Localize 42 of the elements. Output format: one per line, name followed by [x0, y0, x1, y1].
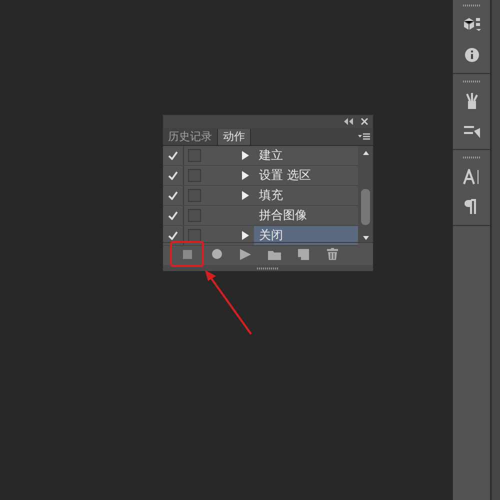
check-icon[interactable] [168, 211, 178, 220]
info-icon[interactable] [462, 47, 480, 63]
scroll-thumb[interactable] [361, 188, 370, 224]
scrollbar[interactable] [358, 146, 373, 242]
trash-icon [327, 248, 338, 260]
play-icon [240, 248, 251, 260]
action-item[interactable]: 关闭 [254, 226, 358, 245]
group-grip-icon[interactable] [462, 80, 480, 83]
group-grip-icon[interactable] [462, 4, 480, 7]
dialog-toggle[interactable] [188, 149, 201, 162]
new-action-icon [298, 248, 309, 260]
check-icon[interactable] [168, 231, 178, 240]
check-icon[interactable] [168, 151, 178, 160]
dialog-toggle[interactable] [188, 189, 201, 202]
record-icon [212, 249, 222, 259]
collapse-icon[interactable] [344, 118, 353, 125]
folder-icon [268, 248, 281, 260]
stop-icon [183, 250, 192, 258]
dialog-toggle[interactable] [188, 229, 201, 242]
action-item[interactable]: 设置 选区 [254, 166, 358, 185]
action-item[interactable]: 填充 [254, 186, 358, 205]
menu-icon[interactable] [358, 133, 370, 141]
resize-grip-icon[interactable] [257, 266, 279, 270]
expand-triangle-icon[interactable] [242, 171, 249, 180]
group-grip-icon[interactable] [462, 156, 480, 159]
scroll-up-icon[interactable] [362, 151, 368, 155]
close-icon[interactable] [361, 118, 368, 125]
panel-tab[interactable]: 动作 [218, 129, 251, 145]
dialog-toggle[interactable] [188, 209, 201, 222]
character-icon[interactable] [462, 169, 480, 185]
cube-icon[interactable] [462, 17, 480, 33]
check-icon[interactable] [168, 191, 178, 200]
expand-triangle-icon[interactable] [242, 191, 249, 200]
expand-triangle-icon[interactable] [242, 231, 249, 240]
dialog-toggle[interactable] [188, 169, 201, 182]
expand-triangle-icon[interactable] [242, 151, 249, 160]
scroll-down-icon[interactable] [362, 236, 368, 240]
brush-presets-icon[interactable] [462, 123, 480, 139]
action-item[interactable]: 拼合图像 [254, 206, 358, 225]
arrow [205, 270, 252, 335]
check-icon[interactable] [168, 171, 178, 180]
action-item[interactable]: 建立 [254, 146, 358, 165]
